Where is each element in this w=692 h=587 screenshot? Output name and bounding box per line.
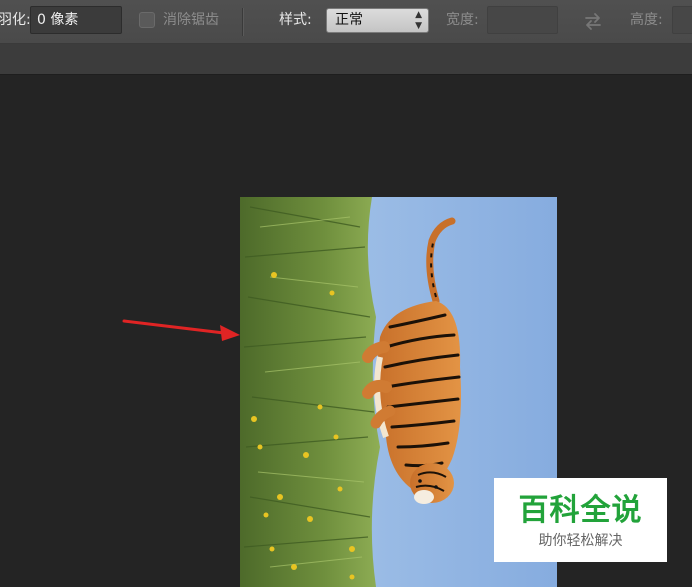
options-bar: 羽化: 0 像素 消除锯齿 样式: 正常 ▲ ▼ 宽度: 高度: [0, 0, 692, 44]
width-label: 宽度: [446, 12, 479, 28]
antialias-label: 消除锯齿 [163, 12, 219, 28]
style-label: 样式: [279, 12, 312, 28]
dropdown-arrows-icon: ▲ ▼ [415, 10, 422, 31]
red-arrow-annotation [122, 319, 240, 341]
photoshop-window: 羽化: 0 像素 消除锯齿 样式: 正常 ▲ ▼ 宽度: 高度: 百科全说 助你… [0, 0, 692, 587]
toolbar-divider [242, 8, 243, 36]
style-dropdown[interactable]: 正常 ▲ ▼ [326, 8, 429, 33]
swap-arrows-icon[interactable] [582, 10, 604, 32]
width-input[interactable] [487, 6, 558, 34]
height-label: 高度: [630, 12, 663, 28]
document-tab-strip [0, 44, 692, 75]
feather-input[interactable]: 0 像素 [30, 6, 122, 34]
antialias-checkbox[interactable] [139, 12, 155, 28]
watermark-subtitle: 助你轻松解决 [538, 533, 623, 549]
height-input[interactable] [672, 6, 692, 34]
watermark-logo: 百科全说 助你轻松解决 [494, 478, 667, 562]
feather-label: 羽化: [0, 12, 31, 28]
style-dropdown-value: 正常 [335, 12, 363, 28]
watermark-title: 百科全说 [518, 493, 643, 528]
